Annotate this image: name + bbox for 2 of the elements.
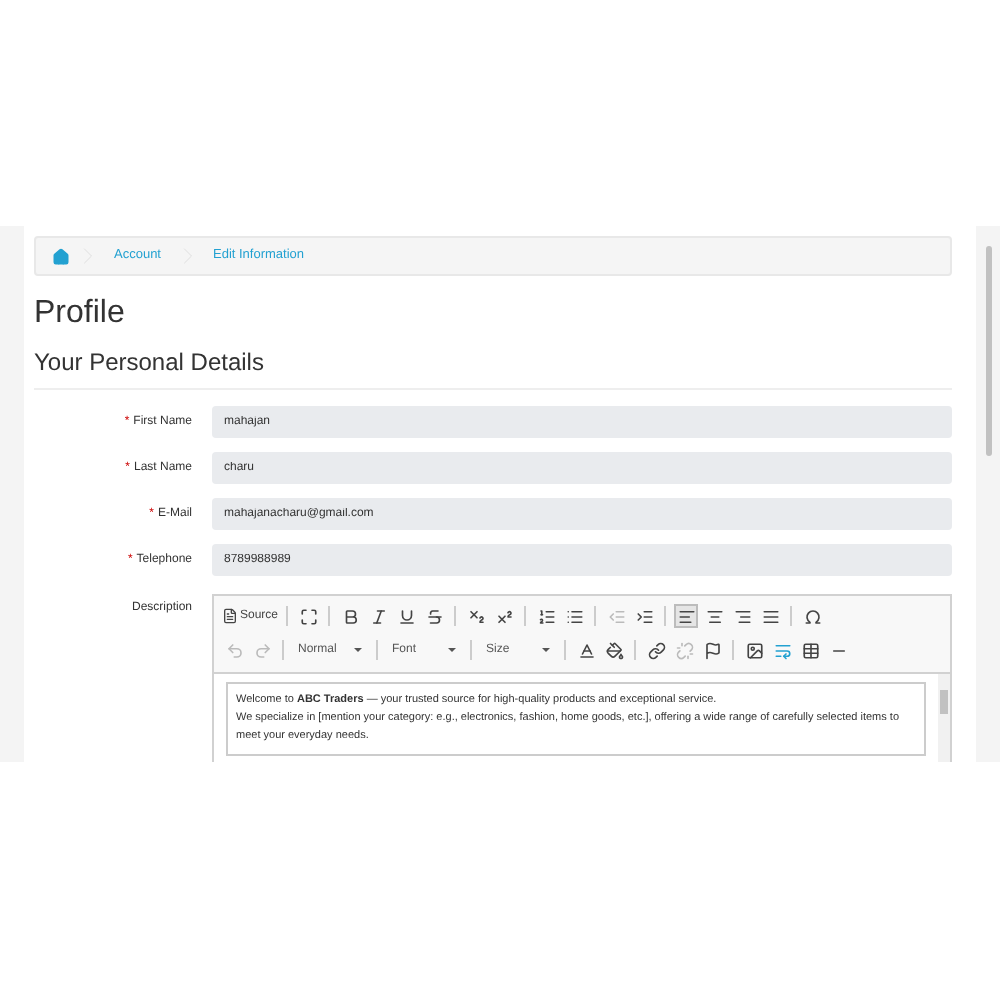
page-title: Profile [34, 294, 127, 334]
section-title: Your Personal Details [34, 348, 952, 390]
